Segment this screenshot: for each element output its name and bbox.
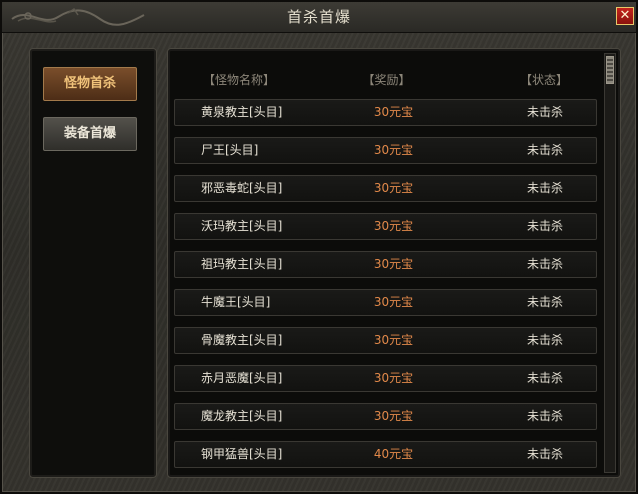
kill-status: 未击杀 — [527, 257, 564, 271]
kill-status: 未击杀 — [527, 105, 564, 119]
kill-status: 未击杀 — [527, 409, 564, 423]
scrollbar-track[interactable] — [604, 53, 616, 473]
kill-status: 未击杀 — [527, 143, 564, 157]
title-bar[interactable]: 首杀首爆 ✕ — [2, 2, 636, 33]
table-row[interactable]: 钢甲猛兽[头目] 40元宝 未击杀 — [174, 441, 597, 468]
kill-status: 未击杀 — [527, 295, 564, 309]
table-row[interactable]: 赤月恶魔[头目] 30元宝 未击杀 — [174, 365, 597, 392]
table-row[interactable]: 邪恶毒蛇[头目] 30元宝 未击杀 — [174, 175, 597, 202]
tab-equipment-first-drop[interactable]: 装备首爆 — [43, 117, 137, 151]
header-status: 【状态】 — [520, 73, 569, 87]
kill-status: 未击杀 — [527, 181, 564, 195]
tab-monster-first-kill[interactable]: 怪物首杀 — [43, 67, 137, 101]
kill-status: 未击杀 — [527, 333, 564, 347]
table-row[interactable]: 祖玛教主[头目] 30元宝 未击杀 — [174, 251, 597, 278]
first-kill-window: 首杀首爆 ✕ 怪物首杀 装备首爆 【怪物名称】 【奖励】 【状态】 黄泉教主[头… — [0, 0, 638, 494]
scrollbar-thumb[interactable] — [606, 56, 614, 84]
kill-status: 未击杀 — [527, 447, 564, 461]
kill-status: 未击杀 — [527, 219, 564, 233]
table-row[interactable]: 魔龙教主[头目] 30元宝 未击杀 — [174, 403, 597, 430]
first-kill-table: 【怪物名称】 【奖励】 【状态】 黄泉教主[头目] 30元宝 未击杀 尸王[头目… — [167, 48, 621, 478]
window-title: 首杀首爆 — [286, 8, 351, 26]
close-button[interactable]: ✕ — [616, 7, 634, 25]
table-row[interactable]: 尸王[头目] 30元宝 未击杀 — [174, 137, 597, 164]
table-row[interactable]: 牛魔王[头目] 30元宝 未击杀 — [174, 289, 597, 316]
table-row[interactable]: 骨魔教主[头目] 30元宝 未击杀 — [174, 327, 597, 354]
table-row[interactable]: 黄泉教主[头目] 30元宝 未击杀 — [174, 99, 597, 126]
table-row[interactable]: 沃玛教主[头目] 30元宝 未击杀 — [174, 213, 597, 240]
category-sidebar: 怪物首杀 装备首爆 — [29, 48, 157, 478]
kill-status: 未击杀 — [527, 371, 564, 385]
